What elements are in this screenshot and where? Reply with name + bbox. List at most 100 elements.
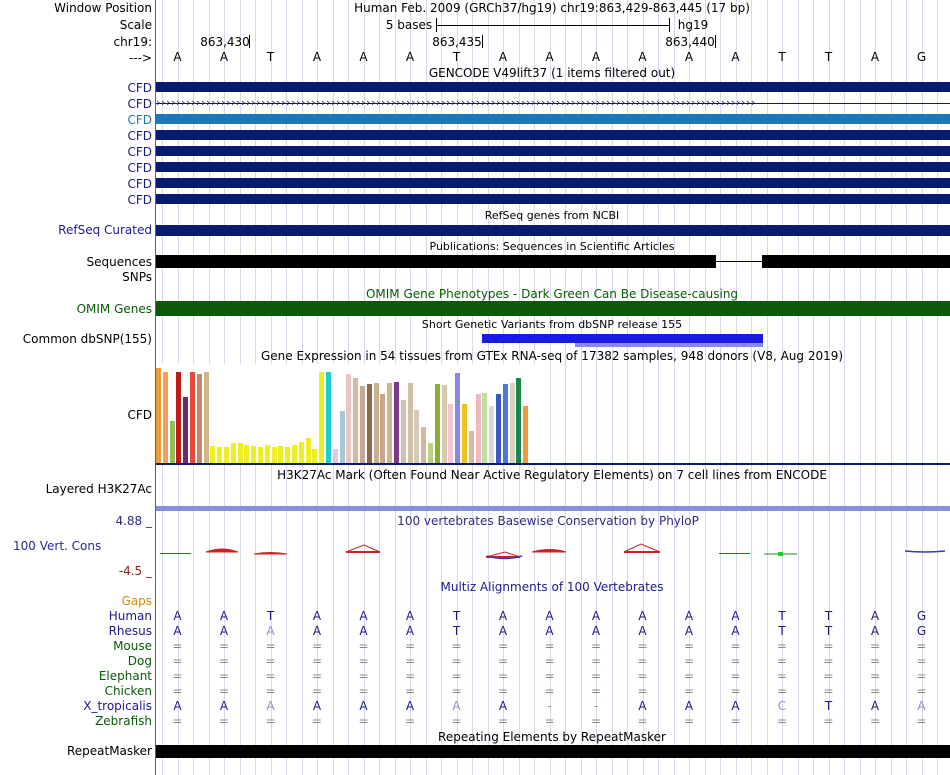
aligned-base: =	[869, 639, 881, 653]
aligned-base: T	[452, 624, 461, 638]
aligned-base: =	[265, 669, 276, 683]
aligned-base: =	[172, 669, 183, 683]
aligned-base: =	[358, 684, 369, 698]
aligned-base: =	[730, 654, 741, 668]
aligned-base: =	[776, 669, 788, 683]
species-label[interactable]: Chicken	[105, 684, 152, 698]
aligned-base: A	[498, 609, 508, 623]
aligned-base: =	[404, 714, 416, 728]
aligned-base: A	[219, 699, 229, 713]
aligned-base: =	[823, 639, 834, 653]
aligned-base: =	[916, 654, 927, 668]
aligned-base: =	[590, 654, 602, 668]
aligned-base: =	[544, 654, 555, 668]
aligned-base: A	[498, 699, 508, 713]
aligned-base: =	[172, 714, 183, 728]
aligned-base: A	[359, 609, 368, 623]
aligned-base: =	[776, 714, 788, 728]
species-label[interactable]: X_tropicalis	[83, 699, 152, 713]
aligned-base: =	[497, 654, 509, 668]
aligned-base: A	[312, 699, 322, 713]
aligned-base: =	[823, 714, 834, 728]
aligned-base: =	[172, 684, 183, 698]
repeat-element-bar[interactable]	[156, 745, 950, 758]
aligned-base: =	[590, 684, 602, 698]
aligned-base: =	[265, 654, 276, 668]
aligned-base: =	[590, 714, 602, 728]
aligned-base: =	[730, 684, 741, 698]
aligned-base: =	[823, 654, 834, 668]
aligned-base: =	[497, 714, 509, 728]
aligned-base: A	[870, 699, 880, 713]
aligned-base: T	[824, 609, 833, 623]
gaps-label: Gaps	[121, 594, 152, 608]
aligned-base: A	[638, 609, 647, 623]
species-label[interactable]: Mouse	[113, 639, 152, 653]
aligned-base: =	[637, 669, 648, 683]
aligned-base: =	[869, 684, 881, 698]
aligned-base: =	[497, 684, 509, 698]
aligned-base: A	[219, 624, 229, 638]
aligned-base: A	[870, 609, 880, 623]
aligned-base: -	[547, 699, 552, 713]
aligned-base: =	[497, 639, 509, 653]
aligned-base: A	[173, 699, 182, 713]
aligned-base: =	[218, 654, 230, 668]
species-label[interactable]: Elephant	[99, 669, 152, 683]
aligned-base: =	[730, 669, 741, 683]
aligned-base: A	[312, 624, 322, 638]
aligned-base: G	[916, 609, 927, 623]
aligned-base: =	[358, 639, 369, 653]
aligned-base: A	[405, 699, 415, 713]
repeatmasker-track-title[interactable]: Repeating Elements by RepeatMasker	[438, 730, 666, 744]
aligned-base: -	[593, 699, 599, 713]
aligned-base: =	[311, 654, 323, 668]
repeatmasker-track-label[interactable]: RepeatMasker	[67, 744, 152, 758]
aligned-base: =	[172, 639, 183, 653]
aligned-base: T	[824, 699, 833, 713]
aligned-base: A	[498, 624, 508, 638]
aligned-base: =	[544, 714, 555, 728]
multiz-track-title[interactable]: Multiz Alignments of 100 Vertebrates	[440, 580, 663, 594]
species-label[interactable]: Rhesus	[109, 624, 152, 638]
aligned-base: =	[637, 684, 648, 698]
aligned-base: A	[452, 699, 461, 713]
aligned-base: =	[451, 684, 462, 698]
species-label[interactable]: Dog	[128, 654, 152, 668]
aligned-base: T	[778, 624, 786, 638]
aligned-base: =	[311, 669, 323, 683]
aligned-base: =	[869, 714, 881, 728]
aligned-base: =	[776, 639, 788, 653]
aligned-base: =	[265, 639, 276, 653]
aligned-base: T	[452, 609, 461, 623]
aligned-base: =	[683, 639, 695, 653]
aligned-base: =	[451, 714, 462, 728]
aligned-base: =	[497, 669, 509, 683]
aligned-base: =	[358, 714, 369, 728]
species-label[interactable]: Human	[109, 609, 152, 623]
aligned-base: =	[916, 669, 927, 683]
aligned-base: A	[638, 624, 647, 638]
aligned-base: =	[404, 639, 416, 653]
aligned-base: =	[590, 669, 602, 683]
aligned-base: =	[637, 639, 648, 653]
aligned-base: A	[591, 609, 601, 623]
aligned-base: A	[731, 624, 740, 638]
aligned-base: =	[218, 684, 230, 698]
aligned-base: A	[405, 624, 415, 638]
aligned-base: A	[405, 609, 415, 623]
aligned-base: =	[776, 654, 788, 668]
aligned-base: C	[777, 699, 787, 713]
aligned-base: G	[916, 624, 927, 638]
aligned-base: =	[358, 654, 369, 668]
aligned-base: =	[544, 669, 555, 683]
aligned-base: =	[544, 684, 555, 698]
aligned-base: =	[451, 669, 462, 683]
aligned-base: A	[266, 624, 275, 638]
species-label[interactable]: Zebrafish	[95, 714, 152, 728]
aligned-base: =	[683, 669, 695, 683]
aligned-base: A	[638, 699, 647, 713]
aligned-base: =	[916, 639, 927, 653]
aligned-base: =	[637, 654, 648, 668]
aligned-base: =	[776, 684, 788, 698]
